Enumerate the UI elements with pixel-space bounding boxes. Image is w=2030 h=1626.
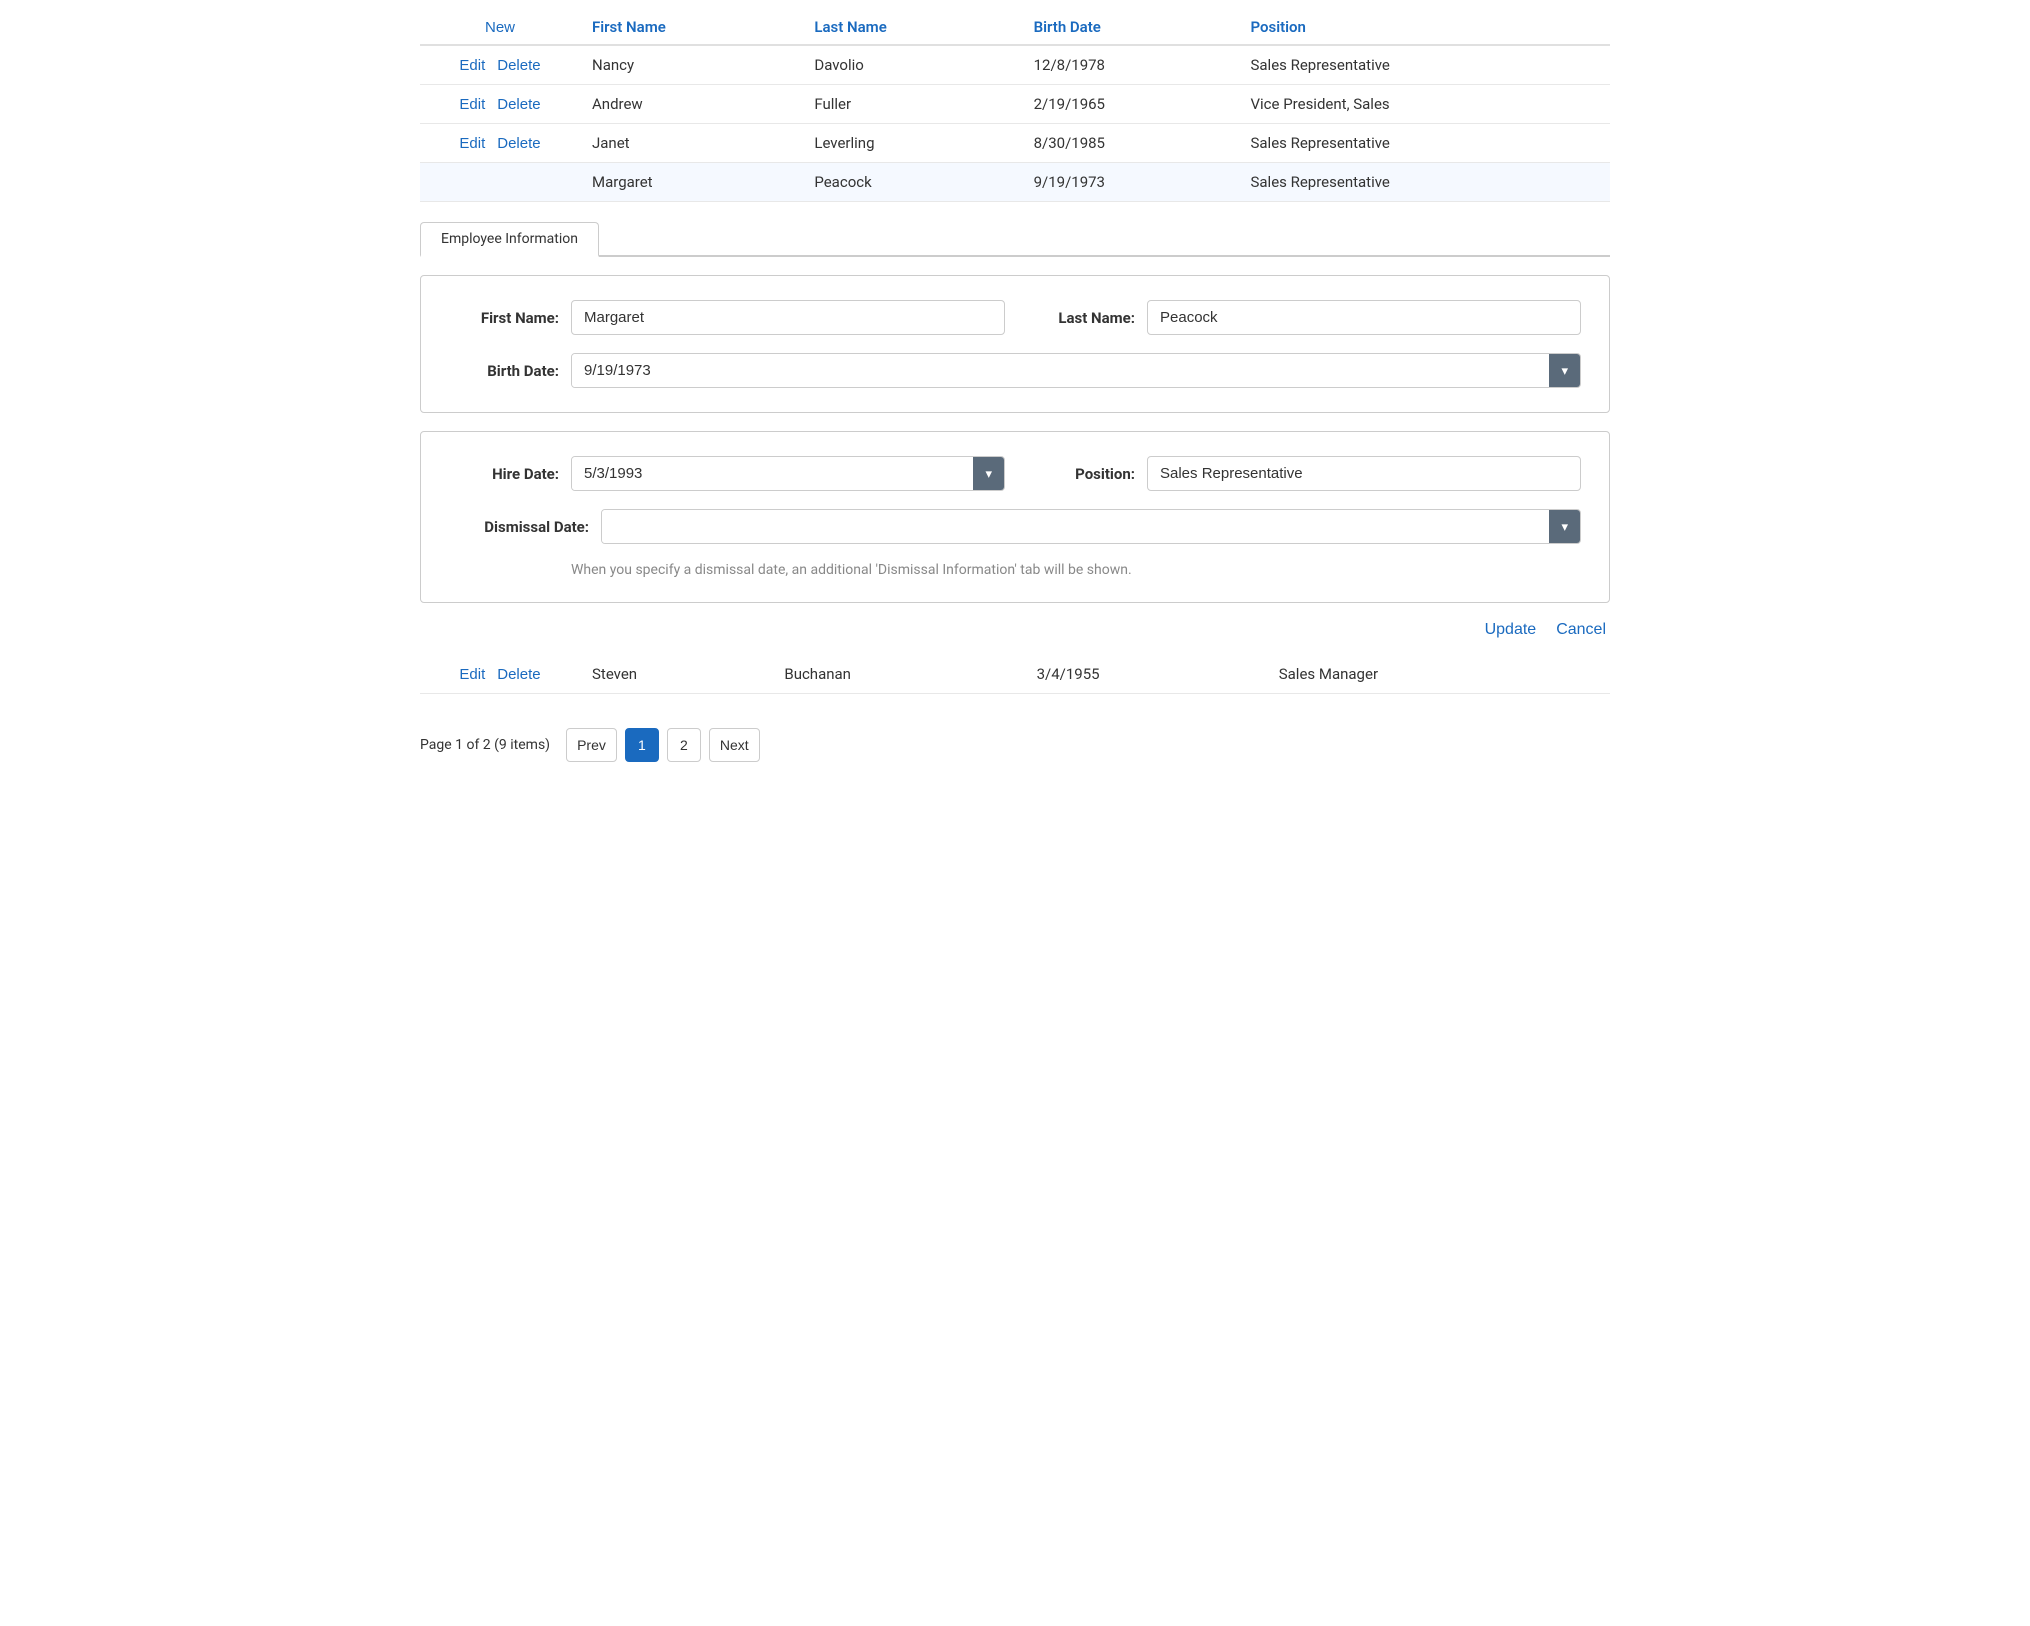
lastname-input[interactable] (1147, 300, 1581, 335)
delete-button[interactable]: Delete (491, 666, 546, 683)
col-header-position: Position (1238, 10, 1610, 45)
hiredate-input[interactable] (572, 457, 973, 490)
pagination: Page 1 of 2 (9 items) Prev 1 2 Next (420, 714, 1610, 768)
position-input[interactable] (1147, 456, 1581, 491)
chevron-down-icon: ▾ (1561, 363, 1568, 379)
employees-table-bottom: EditDeleteStevenBuchanan3/4/1955Sales Ma… (420, 655, 1610, 694)
action-row: Update Cancel (420, 621, 1610, 639)
update-button[interactable]: Update (1485, 621, 1537, 639)
edit-button[interactable]: Edit (453, 96, 491, 113)
firstname-input[interactable] (571, 300, 1005, 335)
col-header-actions[interactable]: New (420, 10, 580, 45)
employment-info-card: Hire Date: ▾ Position: Dismissal Date: (420, 431, 1610, 603)
col-header-firstname: First Name (580, 10, 802, 45)
lastname-label: Last Name: (1025, 309, 1135, 327)
new-button[interactable]: New (479, 19, 521, 36)
position-label: Position: (1025, 465, 1135, 483)
chevron-down-icon: ▾ (1561, 519, 1568, 535)
tab-section: Employee Information (420, 222, 1610, 257)
tab-employee-information[interactable]: Employee Information (420, 222, 599, 257)
firstname-label: First Name: (449, 309, 559, 327)
col-header-lastname: Last Name (802, 10, 1021, 45)
table-row: EditDeleteNancyDavolio12/8/1978Sales Rep… (420, 45, 1610, 85)
table-row: EditDeleteAndrewFuller2/19/1965Vice Pres… (420, 85, 1610, 124)
dismissaldate-picker-button[interactable]: ▾ (1549, 510, 1580, 543)
birthdate-label: Birth Date: (449, 362, 559, 380)
delete-button[interactable]: Delete (491, 135, 546, 152)
hiredate-wrapper: ▾ (571, 456, 1005, 491)
hiredate-label: Hire Date: (449, 465, 559, 483)
table-row: EditDeleteStevenBuchanan3/4/1955Sales Ma… (420, 655, 1610, 694)
birthdate-input[interactable] (572, 354, 1549, 387)
edit-button[interactable]: Edit (453, 666, 491, 683)
table-row: EditDeleteJanetLeverling8/30/1985Sales R… (420, 124, 1610, 163)
page-1-button[interactable]: 1 (625, 728, 659, 762)
hiredate-picker-button[interactable]: ▾ (973, 457, 1004, 490)
edit-button[interactable]: Edit (453, 135, 491, 152)
col-header-birthdate: Birth Date (1022, 10, 1239, 45)
dismissal-help-text: When you specify a dismissal date, an ad… (449, 562, 1581, 578)
edit-button[interactable]: Edit (453, 57, 491, 74)
dismissaldate-label: Dismissal Date: (449, 518, 589, 536)
cancel-button[interactable]: Cancel (1556, 621, 1606, 639)
pagination-info: Page 1 of 2 (9 items) (420, 737, 550, 753)
tab-bar: Employee Information (420, 222, 1610, 257)
delete-button[interactable]: Delete (491, 57, 546, 74)
chevron-down-icon: ▾ (985, 466, 992, 482)
dismissaldate-input[interactable] (602, 510, 1549, 543)
table-row: MargaretPeacock9/19/1973Sales Representa… (420, 163, 1610, 202)
delete-button[interactable]: Delete (491, 96, 546, 113)
personal-info-card: First Name: Last Name: Birth Date: ▾ (420, 275, 1610, 413)
birthdate-picker-button[interactable]: ▾ (1549, 354, 1580, 387)
next-button[interactable]: Next (709, 728, 760, 762)
dismissaldate-wrapper: ▾ (601, 509, 1581, 544)
employees-table: New First Name Last Name Birth Date Posi… (420, 10, 1610, 202)
page-2-button[interactable]: 2 (667, 728, 701, 762)
prev-button[interactable]: Prev (566, 728, 617, 762)
birthdate-wrapper: ▾ (571, 353, 1581, 388)
